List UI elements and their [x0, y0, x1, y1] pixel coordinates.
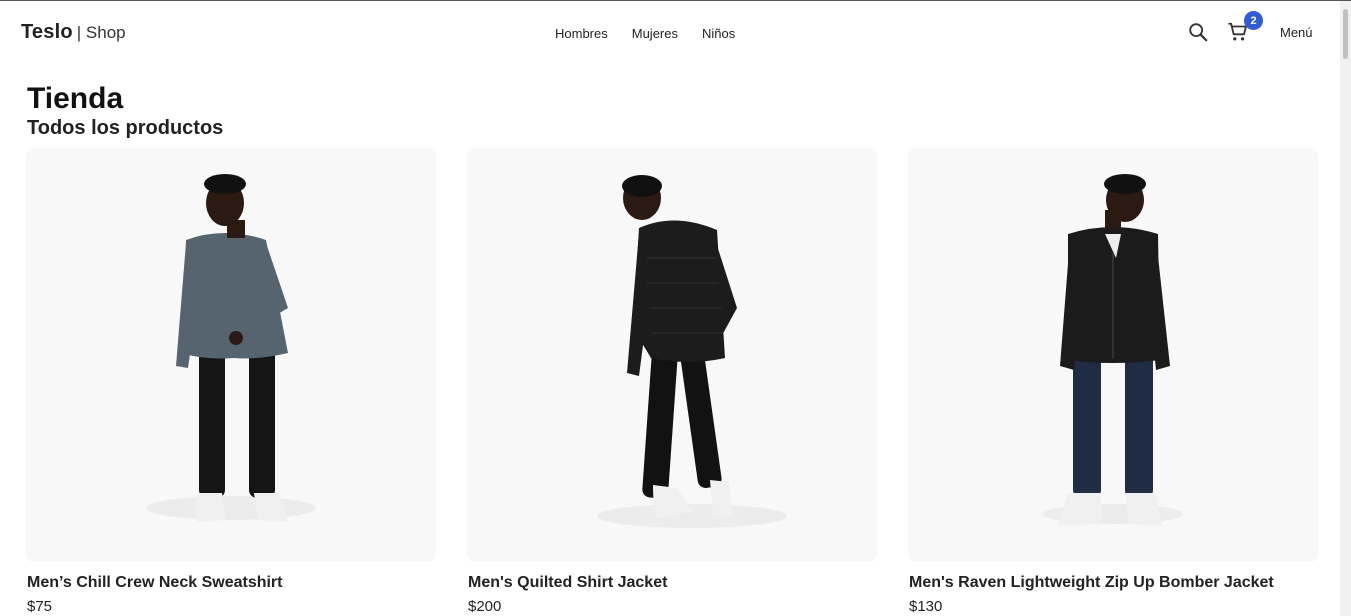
- product-card[interactable]: Men's Raven Lightweight Zip Up Bomber Ja…: [908, 148, 1318, 615]
- product-grid: Men’s Chill Crew Neck Sweatshirt $75 Men…: [26, 148, 1318, 615]
- product-card[interactable]: Men's Quilted Shirt Jacket $200: [467, 148, 877, 615]
- menu-button[interactable]: Menú: [1274, 22, 1319, 43]
- cart-count-badge: 2: [1244, 11, 1263, 30]
- product-image[interactable]: [26, 148, 436, 562]
- nav-link-hombres[interactable]: Hombres: [547, 24, 616, 43]
- product-title[interactable]: Men’s Chill Crew Neck Sweatshirt: [27, 574, 436, 592]
- product-title[interactable]: Men's Quilted Shirt Jacket: [468, 574, 877, 592]
- top-navbar: Teslo | Shop Hombres Mujeres Niños 2 Men…: [0, 1, 1340, 63]
- category-nav: Hombres Mujeres Niños: [547, 24, 751, 43]
- product-image[interactable]: [908, 148, 1318, 562]
- product-price: $200: [468, 598, 502, 615]
- brand-name: Teslo: [21, 21, 73, 43]
- nav-link-mujeres[interactable]: Mujeres: [624, 24, 686, 43]
- product-price: $75: [27, 598, 53, 615]
- header-actions: 2 Menú: [1186, 11, 1319, 44]
- brand-logo-link[interactable]: Teslo | Shop: [21, 21, 126, 44]
- page-title: Tienda: [27, 82, 124, 115]
- product-price: $130: [909, 598, 943, 615]
- brand-sub: | Shop: [76, 23, 126, 42]
- page-scrollbar[interactable]: [1340, 1, 1351, 616]
- product-image[interactable]: [467, 148, 877, 562]
- cart-button[interactable]: 2: [1226, 11, 1263, 44]
- product-title[interactable]: Men's Raven Lightweight Zip Up Bomber Ja…: [909, 574, 1318, 592]
- product-card[interactable]: Men’s Chill Crew Neck Sweatshirt $75: [26, 148, 436, 615]
- nav-link-ninos[interactable]: Niños: [694, 24, 743, 43]
- scrollbar-thumb[interactable]: [1343, 9, 1348, 59]
- page-subtitle: Todos los productos: [27, 117, 224, 139]
- search-icon[interactable]: [1186, 20, 1210, 44]
